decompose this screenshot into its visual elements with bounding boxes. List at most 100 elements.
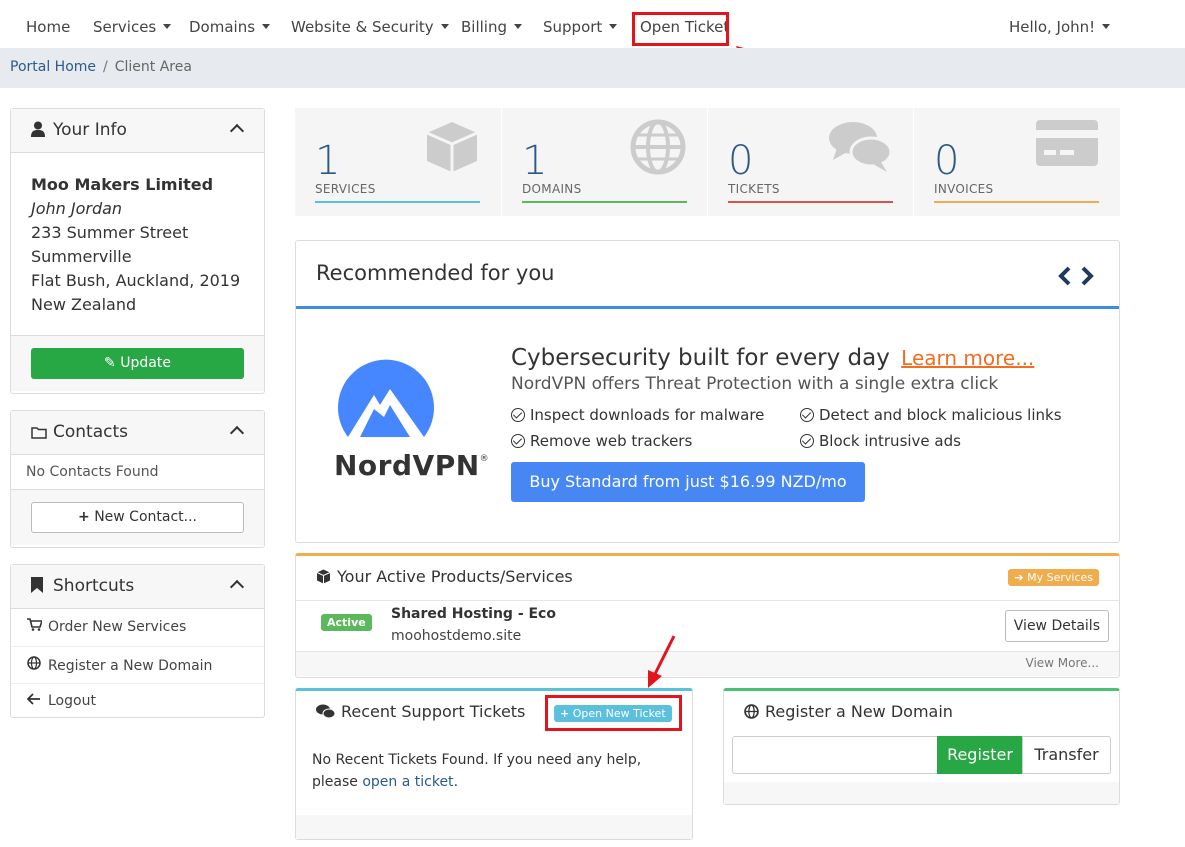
stat-bar: [522, 201, 687, 203]
contact-name: John Jordan: [31, 199, 123, 218]
shortcut-label: Logout: [48, 693, 96, 709]
view-more-link[interactable]: View More...: [1026, 656, 1099, 670]
product-row[interactable]: Active Shared Hosting - Eco moohostdemo.…: [296, 601, 1119, 652]
breadcrumb-separator: /: [103, 59, 108, 75]
caret-down-icon: [514, 24, 522, 29]
register-domain-footer: [724, 782, 1119, 804]
view-more-footer: View More...: [296, 652, 1119, 676]
register-domain-title: Register a New Domain: [765, 702, 953, 721]
active-products-header: Your Active Products/Services ➔ My Servi…: [296, 556, 1119, 601]
update-button[interactable]: ✎ Update: [31, 348, 244, 379]
active-products-title: Your Active Products/Services: [337, 567, 573, 586]
shortcut-order-new-services[interactable]: Order New Services: [11, 609, 264, 646]
caret-down-icon: [163, 24, 172, 29]
no-tickets-period: .: [453, 774, 459, 790]
chevron-up-icon[interactable]: [229, 425, 245, 441]
my-services-label: My Services: [1027, 571, 1093, 584]
promo-headline: Cybersecurity built for every day Learn …: [511, 345, 1034, 371]
user-menu[interactable]: Hello, John!: [1009, 18, 1111, 36]
new-contact-button[interactable]: + New Contact...: [31, 502, 244, 533]
chevron-right-icon[interactable]: [1081, 266, 1094, 286]
your-info-footer: ✎ Update: [11, 336, 264, 391]
nav-billing[interactable]: Billing: [461, 18, 522, 36]
nav-home[interactable]: Home: [26, 18, 70, 36]
shortcuts-title: Shortcuts: [53, 576, 135, 596]
active-products-panel: Your Active Products/Services ➔ My Servi…: [295, 553, 1120, 678]
shortcuts-list: Order New Services Register a New Domain…: [11, 609, 264, 720]
stat-value: 0: [934, 138, 960, 184]
stat-label: SERVICES: [315, 182, 376, 196]
update-button-label: Update: [120, 355, 171, 371]
transfer-button[interactable]: Transfer: [1022, 736, 1111, 774]
contacts-footer: + New Contact...: [11, 490, 264, 545]
recommended-panel: Recommended for you NordVPN® Cybersecuri…: [295, 240, 1120, 543]
arrow-left-icon: [26, 693, 42, 709]
chevron-up-icon[interactable]: [229, 123, 245, 139]
product-domain: moohostdemo.site: [391, 628, 522, 644]
check-circle-icon: [800, 434, 814, 448]
stat-bar: [315, 201, 480, 203]
stat-services[interactable]: 1 SERVICES: [295, 108, 501, 216]
address-line-2: Summerville: [31, 247, 132, 266]
learn-more-link[interactable]: Learn more...: [901, 346, 1034, 370]
stat-label: TICKETS: [728, 182, 780, 196]
register-domain-header: Register a New Domain: [724, 691, 1119, 735]
carousel-nav: [1057, 265, 1097, 292]
contacts-title: Contacts: [53, 422, 128, 442]
feature-text: Remove web trackers: [530, 432, 693, 450]
no-contacts-text: No Contacts Found: [11, 455, 264, 490]
nav-support-label: Support: [543, 18, 603, 36]
stat-value: 0: [728, 138, 754, 184]
register-button[interactable]: Register: [937, 736, 1023, 774]
nav-domains[interactable]: Domains: [189, 18, 271, 36]
breadcrumb-portal-home[interactable]: Portal Home: [10, 59, 96, 75]
check-circle-icon: [511, 408, 525, 422]
stat-invoices[interactable]: 0 INVOICES: [913, 108, 1120, 216]
annotation-highlight-box: [632, 12, 729, 46]
nav-services-label: Services: [93, 18, 157, 36]
comments-icon: [316, 704, 336, 719]
recent-tickets-footer: [296, 815, 692, 839]
nav-support[interactable]: Support: [543, 18, 618, 36]
nordvpn-trademark: ®: [479, 454, 490, 464]
nordvpn-brand-name: NordVPN: [334, 449, 480, 482]
nordvpn-logo-icon: [338, 359, 434, 437]
contacts-panel: Contacts No Contacts Found + New Contact…: [10, 410, 265, 548]
my-services-button[interactable]: ➔ My Services: [1008, 569, 1099, 586]
promo-feature: Remove web trackers: [511, 432, 692, 450]
check-circle-icon: [511, 434, 525, 448]
promo-headline-text: Cybersecurity built for every day: [511, 345, 890, 371]
address-country: New Zealand: [31, 295, 137, 314]
credit-card-icon: [1036, 120, 1098, 166]
user-menu-label: Hello, John!: [1009, 18, 1096, 36]
stat-domains[interactable]: 1 DOMAINS: [501, 108, 707, 216]
new-contact-label: New Contact...: [94, 509, 197, 525]
domain-search-input[interactable]: [732, 736, 938, 774]
stat-label: DOMAINS: [522, 182, 582, 196]
your-info-details: Moo Makers Limited John Jordan 233 Summe…: [11, 153, 264, 336]
view-details-button[interactable]: View Details: [1004, 610, 1109, 642]
shortcut-register-domain[interactable]: Register a New Domain: [11, 646, 264, 683]
annotation-arrow-icon: [648, 635, 676, 688]
address-city-line: Flat Bush, Auckland, 2019: [31, 271, 241, 290]
cube-icon: [316, 569, 331, 584]
nav-website-security[interactable]: Website & Security: [291, 18, 449, 36]
chevron-left-icon[interactable]: [1058, 266, 1071, 286]
buy-standard-button[interactable]: Buy Standard from just $16.99 NZD/mo: [511, 462, 865, 502]
status-badge: Active: [321, 614, 372, 631]
shortcuts-header[interactable]: Shortcuts: [11, 565, 264, 609]
annotation-highlight-box: [545, 695, 682, 731]
shopping-cart-icon: [26, 618, 43, 635]
chevron-up-icon[interactable]: [229, 579, 245, 595]
open-a-ticket-link[interactable]: open a ticket: [362, 774, 453, 790]
caret-down-icon: [609, 24, 618, 29]
nav-domains-label: Domains: [189, 18, 256, 36]
your-info-header[interactable]: Your Info: [11, 109, 264, 153]
shortcut-logout[interactable]: Logout: [11, 683, 264, 720]
bookmark-icon: [31, 577, 47, 598]
shortcuts-panel: Shortcuts Order New Services Register a …: [10, 564, 265, 718]
stat-tickets[interactable]: 0 TICKETS: [707, 108, 913, 216]
shortcut-label: Register a New Domain: [48, 658, 213, 674]
nav-services[interactable]: Services: [93, 18, 172, 36]
contacts-header[interactable]: Contacts: [11, 411, 264, 455]
